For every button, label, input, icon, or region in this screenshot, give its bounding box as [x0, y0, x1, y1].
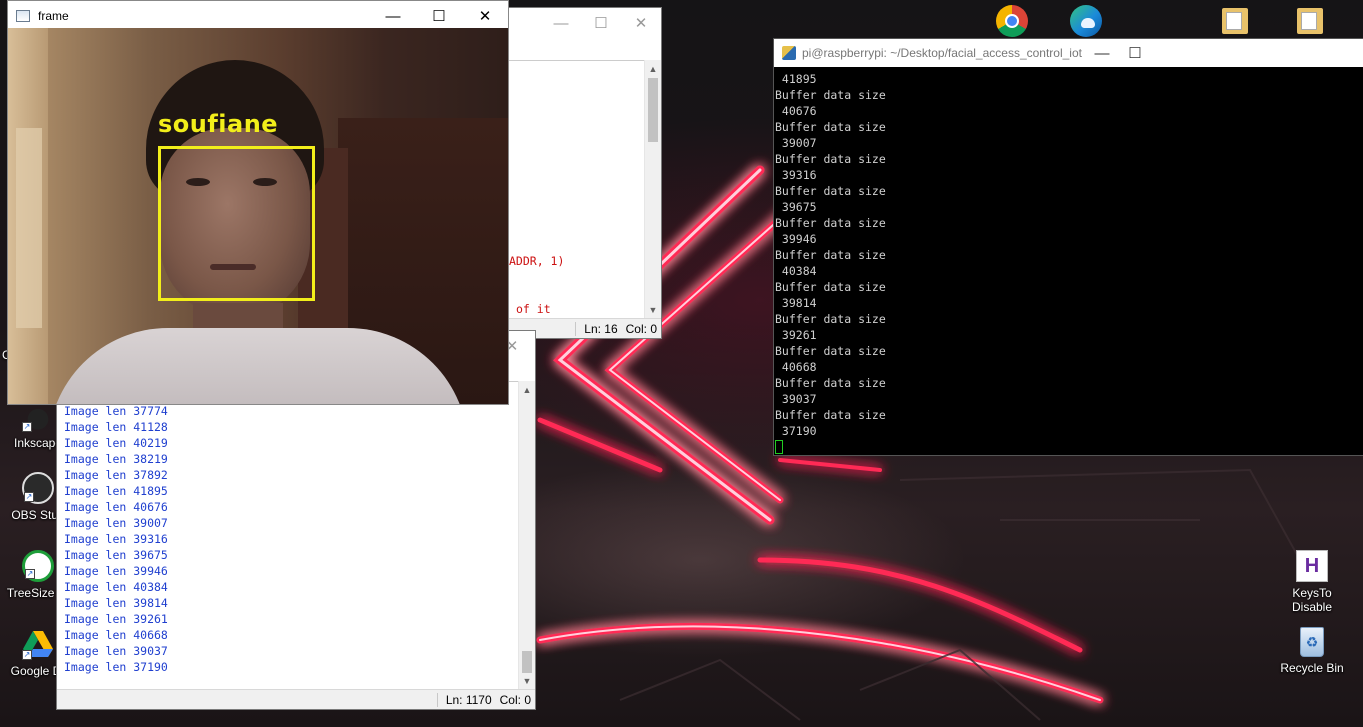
- editor-top-scrollbar[interactable]: ▲ ▼: [644, 60, 661, 318]
- line-indicator: Ln: 16: [584, 321, 618, 336]
- desktop-icon-label: KeysTo Disable: [1291, 586, 1333, 614]
- app-window-icon: [16, 10, 30, 22]
- image-len-line: Image len 40384: [64, 580, 168, 594]
- maximize-button[interactable]: ☐: [416, 1, 462, 31]
- column-indicator: Col: 0: [499, 692, 531, 707]
- terminal-titlebar[interactable]: pi@raspberrypi: ~/Desktop/facial_access_…: [774, 39, 1363, 67]
- terminal-line: Buffer data size: [775, 216, 886, 230]
- terminal-line: 37190: [775, 424, 817, 438]
- scroll-down-arrow-icon[interactable]: ▼: [519, 672, 535, 689]
- scroll-down-arrow-icon[interactable]: ▼: [645, 301, 661, 318]
- google-drive-icon: ↗: [22, 628, 54, 660]
- terminal-line: Buffer data size: [775, 408, 886, 422]
- putty-icon: [782, 46, 796, 60]
- code-fragment: of it: [516, 302, 551, 316]
- close-button[interactable]: ✕: [621, 8, 661, 38]
- terminal-window[interactable]: pi@raspberrypi: ~/Desktop/facial_access_…: [773, 38, 1363, 456]
- close-button[interactable]: ✕: [462, 1, 508, 31]
- image-len-line: Image len 39675: [64, 548, 168, 562]
- terminal-line: 39007: [775, 136, 817, 150]
- image-len-line: Image len 41128: [64, 420, 168, 434]
- frame-titlebar[interactable]: frame — ☐ ✕: [8, 1, 508, 31]
- terminal-line: 39037: [775, 392, 817, 406]
- terminal-line: Buffer data size: [775, 376, 886, 390]
- terminal-line: Buffer data size: [775, 184, 886, 198]
- terminal-line: Buffer data size: [775, 344, 886, 358]
- chrome-icon[interactable]: [996, 5, 1028, 37]
- desktop-icon-label: Recycle Bin: [1280, 661, 1344, 675]
- code-fragment: ADDR, 1): [509, 254, 565, 268]
- terminal-line: 41895: [775, 72, 817, 86]
- image-len-line: Image len 41895: [64, 484, 168, 498]
- image-len-line: Image len 39007: [64, 516, 168, 530]
- edge-icon[interactable]: [1070, 5, 1102, 37]
- minimize-button[interactable]: —: [370, 1, 416, 31]
- image-len-line: Image len 39037: [64, 644, 168, 658]
- editor-top-text-area[interactable]: ADDR, 1) of it: [487, 60, 644, 318]
- folder-icon[interactable]: [1297, 8, 1323, 34]
- line-indicator: Ln: 1170: [445, 692, 492, 707]
- window-title: frame: [38, 9, 69, 23]
- recycle-bin-icon: ♻: [1300, 627, 1324, 657]
- terminal-line: 40676: [775, 104, 817, 118]
- image-len-line: Image len 39814: [64, 596, 168, 610]
- image-len-line: Image len 40676: [64, 500, 168, 514]
- minimize-button[interactable]: —: [1082, 39, 1122, 68]
- scroll-up-arrow-icon[interactable]: ▲: [519, 381, 535, 398]
- editor-top-titlebar[interactable]: — ☐ ✕: [487, 8, 661, 38]
- maximize-button[interactable]: ☐: [1122, 39, 1148, 68]
- face-detection-box: [158, 146, 315, 301]
- editor-window-top[interactable]: — ☐ ✕ ADDR, 1) of it ▲ ▼ Ln: 16 Col: 0: [486, 7, 662, 339]
- terminal-title: pi@raspberrypi: ~/Desktop/facial_access_…: [802, 46, 1082, 60]
- terminal-line: Buffer data size: [775, 120, 886, 134]
- folder-icon[interactable]: [1222, 8, 1248, 34]
- terminal-line: Buffer data size: [775, 248, 886, 262]
- editor-bottom-text-area[interactable]: Image len 37774 Image len 41128 Image len …: [57, 381, 518, 689]
- terminal-line: Buffer data size: [775, 152, 886, 166]
- terminal-line: Buffer data size: [775, 280, 886, 294]
- image-len-line: Image len 40219: [64, 436, 168, 450]
- desktop-icon-keysto-disable[interactable]: H KeysTo Disable: [1274, 550, 1350, 614]
- terminal-line: 39261: [775, 328, 817, 342]
- image-len-line: Image len 40668: [64, 628, 168, 642]
- terminal-line: 39814: [775, 296, 817, 310]
- image-len-line: Image len 39316: [64, 532, 168, 546]
- terminal-line: 39946: [775, 232, 817, 246]
- terminal-line: Buffer data size: [775, 88, 886, 102]
- image-len-list: Image len 37774 Image len 41128 Image len …: [64, 403, 168, 675]
- editor-bottom-scrollbar[interactable]: ▲ ▼: [518, 381, 535, 689]
- image-len-line: Image len 37190: [64, 660, 168, 674]
- image-len-line: Image len 37892: [64, 468, 168, 482]
- editor-bottom-statusbar: Ln: 1170 Col: 0: [57, 689, 535, 709]
- terminal-cursor: [775, 440, 783, 454]
- scrollbar-thumb[interactable]: [648, 78, 658, 142]
- maximize-button[interactable]: ☐: [581, 8, 621, 38]
- frame-window[interactable]: frame — ☐ ✕ soufiane: [7, 0, 509, 405]
- terminal-line: 40384: [775, 264, 817, 278]
- terminal-line: 39316: [775, 168, 817, 182]
- image-len-line: Image len 39946: [64, 564, 168, 578]
- scrollbar-thumb[interactable]: [522, 651, 532, 673]
- keysto-disable-icon: H: [1296, 550, 1328, 582]
- scroll-up-arrow-icon[interactable]: ▲: [645, 60, 661, 77]
- image-len-line: Image len 38219: [64, 452, 168, 466]
- minimize-button[interactable]: —: [541, 8, 581, 38]
- terminal-line: 39675: [775, 200, 817, 214]
- terminal-line: Buffer data size: [775, 312, 886, 326]
- obs-studio-icon: ↗: [22, 472, 54, 504]
- face-label: soufiane: [158, 110, 279, 138]
- treesize-icon: ↗: [22, 550, 54, 582]
- terminal-line: 40668: [775, 360, 817, 374]
- terminal-output[interactable]: 41895 Buffer data size 40676 Buffer data s…: [774, 71, 1363, 455]
- column-indicator: Col: 0: [625, 321, 657, 336]
- camera-frame-image: soufiane: [8, 28, 508, 404]
- image-len-line: Image len 39261: [64, 612, 168, 626]
- desktop-icon-recycle-bin[interactable]: ♻ Recycle Bin: [1274, 627, 1350, 675]
- image-len-line: Image len 37774: [64, 404, 168, 418]
